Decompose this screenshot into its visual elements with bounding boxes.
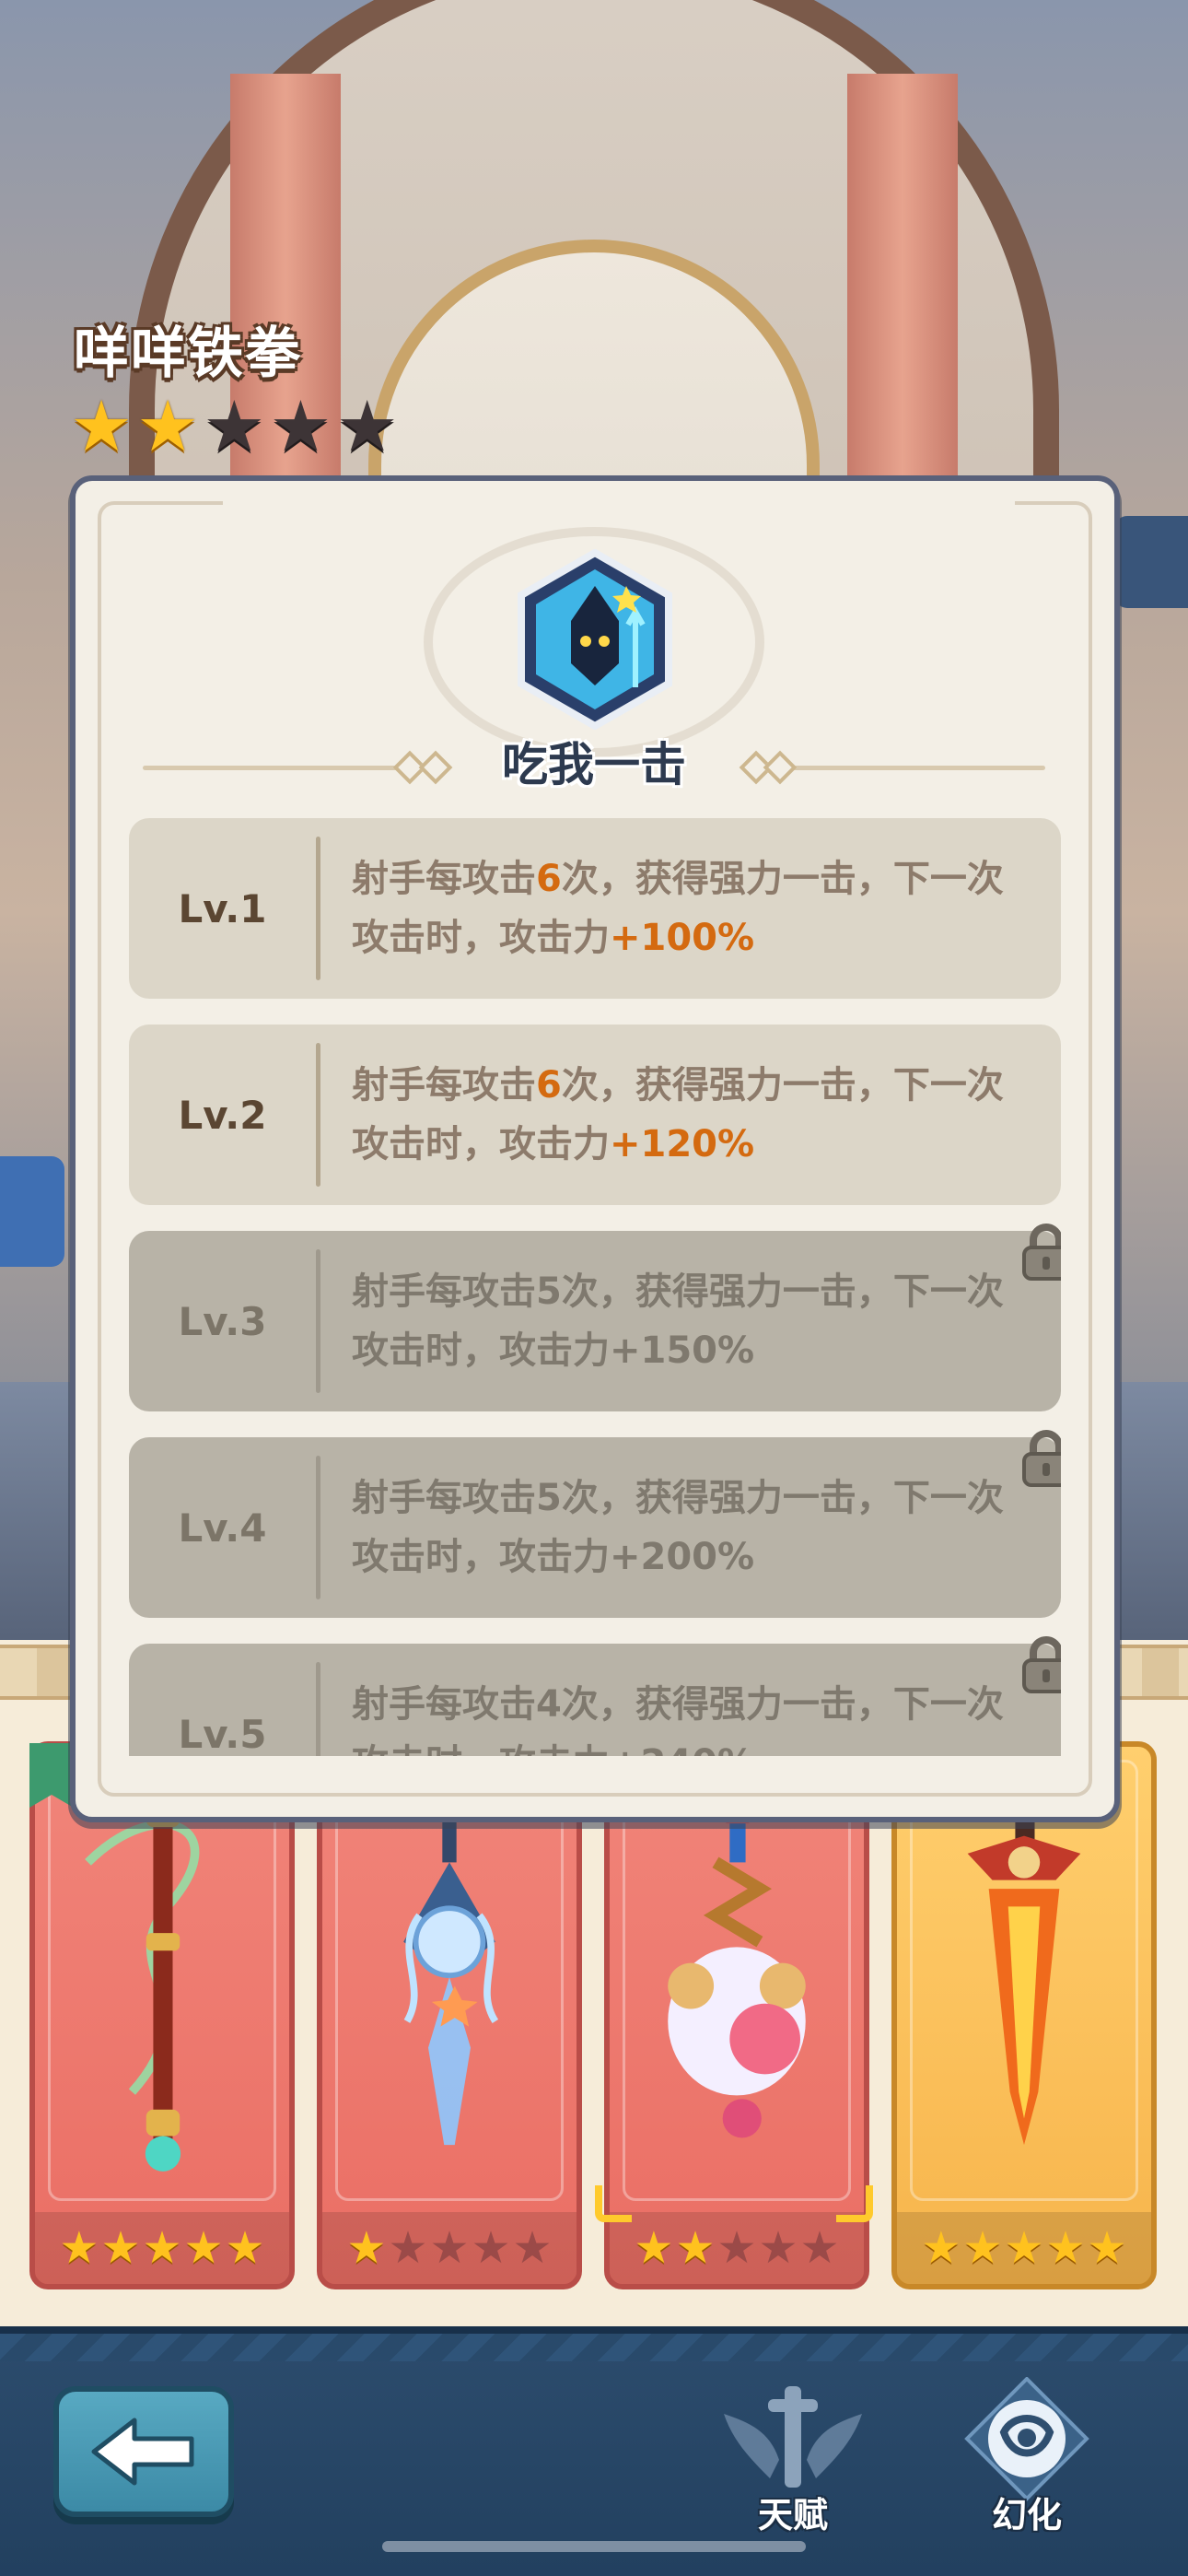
star-filled-icon: ★: [346, 2222, 387, 2274]
nav-tab-talent[interactable]: 天赋: [715, 2377, 871, 2552]
star-filled-icon: ★: [634, 2222, 674, 2274]
skill-level-description: 射手每攻击6次，获得强力一击，下一次攻击时，攻击力+100%: [352, 858, 1004, 959]
arrow-left-icon: [91, 2418, 194, 2486]
star-empty-icon: ★: [758, 2222, 798, 2274]
skill-level-description: 射手每攻击6次，获得强力一击，下一次攻击时，攻击力+120%: [352, 1064, 1004, 1165]
skill-level-label: Lv.4: [178, 1505, 267, 1551]
side-tab-right[interactable]: [1114, 516, 1188, 608]
star-filled-icon: ★: [1045, 2222, 1086, 2274]
star-empty-icon: ★: [716, 2222, 757, 2274]
skill-level-label: Lv.2: [178, 1092, 267, 1138]
star-empty-icon: ★: [512, 2222, 553, 2274]
star-empty-icon: ★: [203, 385, 266, 467]
home-indicator: [382, 2541, 806, 2552]
skill-title: 吃我一击: [502, 738, 686, 791]
weapon-star-rating: ★ ★ ★ ★ ★: [35, 2212, 289, 2284]
star-filled-icon: ★: [183, 2222, 224, 2274]
weapon-star-rating: ★ ★ ★ ★ ★: [322, 2212, 577, 2284]
star-filled-icon: ★: [142, 2222, 182, 2274]
weapon-star-rating: ★ ★ ★ ★ ★: [897, 2212, 1151, 2284]
skill-level-label: Lv.1: [178, 885, 267, 931]
side-tab-left[interactable]: [0, 1156, 64, 1267]
nav-tab-transform[interactable]: 幻化: [949, 2376, 1105, 2552]
star-filled-icon: ★: [675, 2222, 716, 2274]
skill-level-row: Lv.1 射手每攻击6次，获得强力一击，下一次攻击时，攻击力+100%: [129, 818, 1061, 999]
star-filled-icon: ★: [70, 385, 134, 467]
skill-level-description: 射手每攻击4次，获得强力一击，下一次攻击时，攻击力+240%: [352, 1683, 1004, 1756]
skill-level-description: 射手每攻击5次，获得强力一击，下一次攻击时，攻击力+200%: [352, 1477, 1004, 1578]
skill-level-row: Lv.5 射手每攻击4次，获得强力一击，下一次攻击时，攻击力+240%: [129, 1636, 1061, 1757]
bottom-nav-pattern: [0, 2334, 1188, 2361]
selection-corner: [595, 2185, 632, 2222]
star-filled-icon: ★: [1087, 2222, 1127, 2274]
weapon-star-rating: ★ ★ ★ ★ ★: [610, 2212, 864, 2284]
hero-name: 咩咩铁拳: [74, 322, 302, 386]
nav-tab-transform-label: 幻化: [991, 2495, 1062, 2535]
star-filled-icon: ★: [921, 2222, 961, 2274]
star-empty-icon: ★: [471, 2222, 511, 2274]
skill-level-label: Lv.3: [178, 1298, 267, 1344]
skill-level-row: Lv.4 射手每攻击5次，获得强力一击，下一次攻击时，攻击力+200%: [129, 1430, 1061, 1618]
skill-level-list[interactable]: Lv.1 射手每攻击6次，获得强力一击，下一次攻击时，攻击力+100% Lv.2 射手…: [129, 818, 1061, 1756]
star-empty-icon: ★: [335, 385, 399, 467]
skill-level-label: Lv.5: [178, 1711, 267, 1757]
skill-level-description: 射手每攻击5次，获得强力一击，下一次攻击时，攻击力+150%: [352, 1270, 1004, 1372]
star-filled-icon: ★: [59, 2222, 99, 2274]
star-filled-icon: ★: [100, 2222, 141, 2274]
star-empty-icon: ★: [269, 385, 332, 467]
star-filled-icon: ★: [225, 2222, 265, 2274]
nav-tab-talent-label: 天赋: [757, 2495, 828, 2535]
skill-level-row: Lv.2 射手每攻击6次，获得强力一击，下一次攻击时，攻击力+120%: [129, 1025, 1061, 1205]
skill-level-row: Lv.3 射手每攻击5次，获得强力一击，下一次攻击时，攻击力+150%: [129, 1224, 1061, 1411]
star-filled-icon: ★: [962, 2222, 1003, 2274]
star-empty-icon: ★: [388, 2222, 428, 2274]
star-empty-icon: ★: [429, 2222, 470, 2274]
lock-icon: [1020, 1224, 1061, 1282]
hero-star-rating: ★ ★ ★ ★ ★: [70, 392, 399, 462]
back-button[interactable]: [53, 2386, 234, 2517]
star-filled-icon: ★: [136, 385, 200, 467]
selection-corner: [836, 2185, 873, 2222]
star-empty-icon: ★: [799, 2222, 840, 2274]
star-filled-icon: ★: [1004, 2222, 1044, 2274]
skill-icon: [516, 548, 674, 731]
hooded-archer-icon: [518, 548, 672, 731]
lock-icon: [1020, 1430, 1061, 1489]
lock-icon: [1020, 1636, 1061, 1695]
